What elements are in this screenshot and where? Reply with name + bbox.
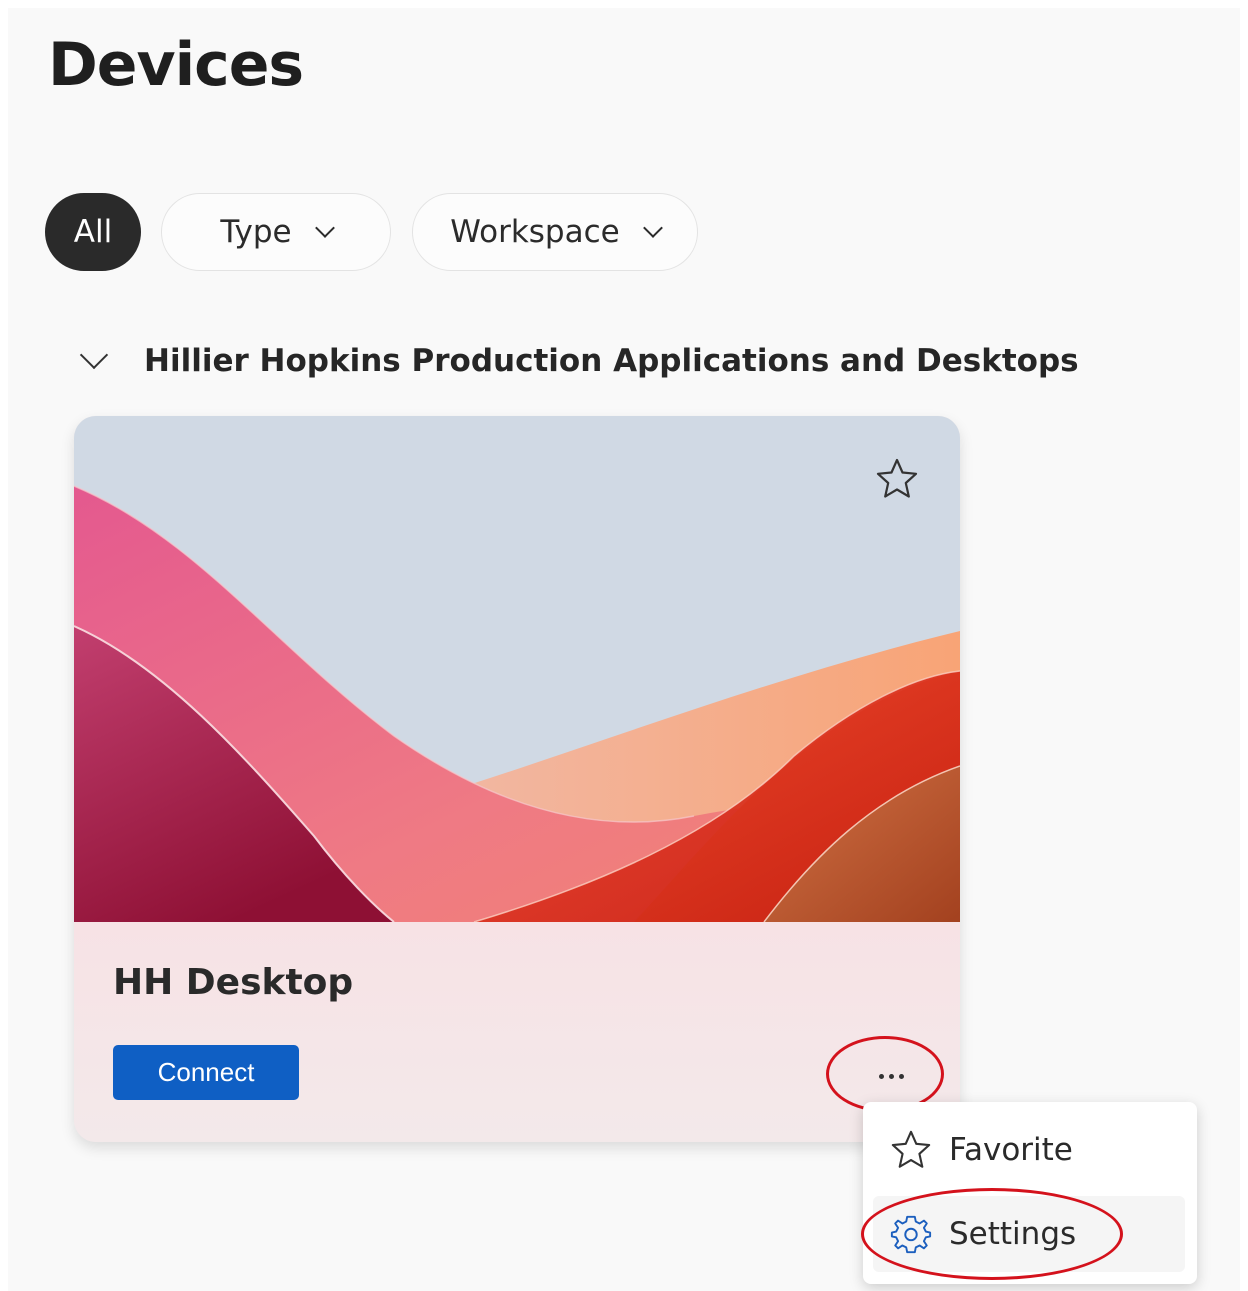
group-header[interactable]: Hillier Hopkins Production Applications … [78,340,1079,379]
filter-all-label: All [73,214,113,250]
device-card[interactable]: HH Desktop Connect [74,416,960,1142]
star-icon [891,1130,931,1168]
chevron-down-icon [314,218,335,238]
chevron-down-icon [79,340,109,370]
more-options-icon-dot [888,1073,894,1079]
star-icon [876,458,918,498]
more-options-icon [878,1073,884,1079]
menu-item-settings-label: Settings [949,1216,1077,1252]
device-name: HH Desktop [113,962,354,1003]
connect-button[interactable]: Connect [113,1045,299,1100]
page-title: Devices [48,30,304,100]
context-menu: Favorite Settings [863,1102,1197,1284]
gear-icon [890,1215,932,1254]
filter-type-label: Type [220,214,292,250]
more-options-button[interactable] [864,1056,918,1096]
filter-workspace-dropdown[interactable]: Workspace [412,193,698,271]
menu-item-favorite-label: Favorite [949,1132,1073,1168]
more-options-icon-dot [898,1073,904,1079]
card-footer [74,922,960,1142]
devices-page: Devices All Type Workspace Hillier Hopki… [8,8,1240,1291]
filter-all[interactable]: All [45,193,141,271]
menu-item-settings[interactable]: Settings [873,1196,1185,1272]
chevron-down-icon [642,218,663,238]
device-wallpaper-image [74,416,960,922]
filter-type-dropdown[interactable]: Type [161,193,391,271]
group-title: Hillier Hopkins Production Applications … [144,343,1079,379]
filter-workspace-label: Workspace [450,214,620,250]
favorite-star-button[interactable] [874,456,920,502]
menu-item-favorite[interactable]: Favorite [873,1112,1185,1188]
